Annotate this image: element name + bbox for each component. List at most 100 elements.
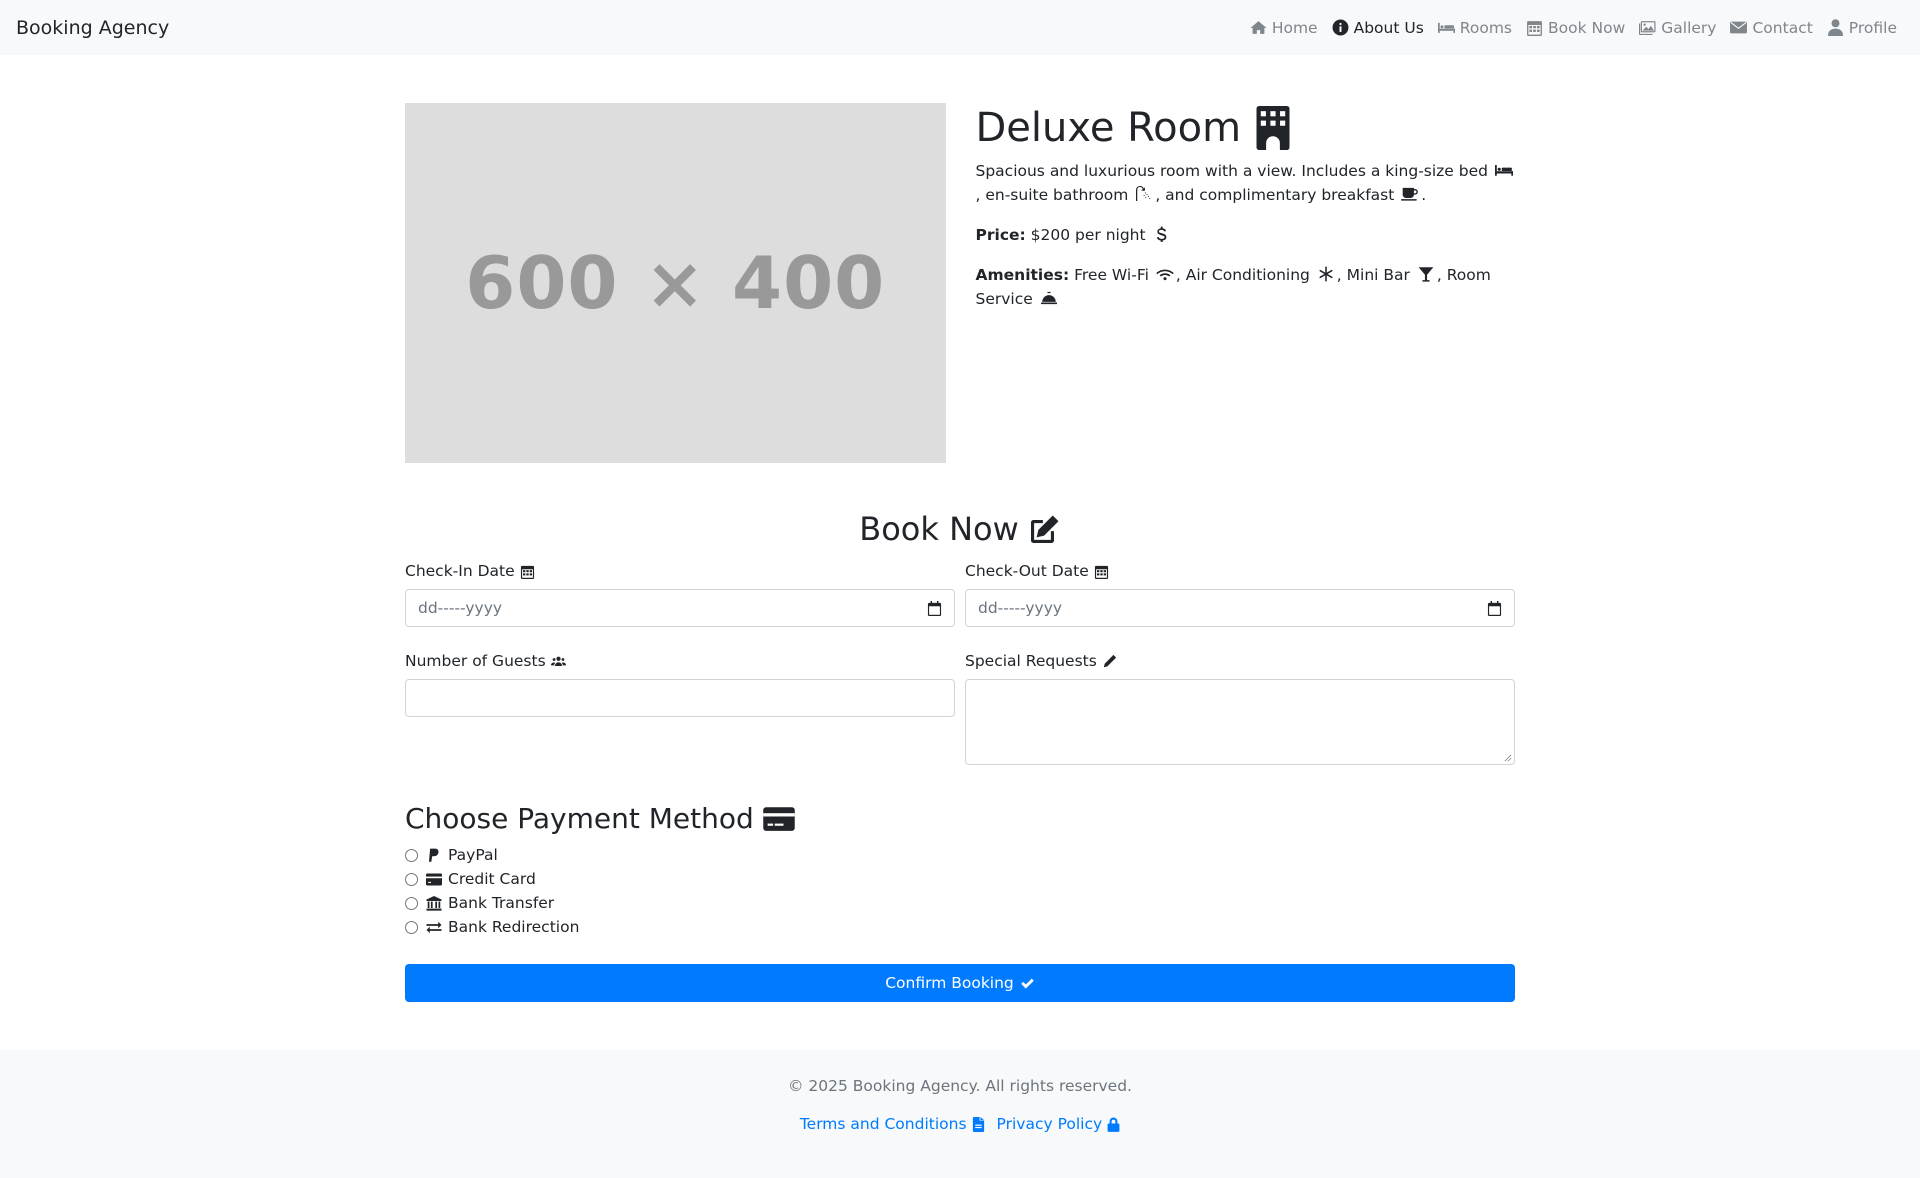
bank-icon [426,895,442,911]
room-info: Deluxe Room Spacious and luxurious room … [976,103,1516,465]
payment-option-label: Credit Card [448,870,536,888]
snowflake-icon [1319,266,1333,282]
booking-title-text: Book Now [859,510,1019,548]
nav-item-book-now[interactable]: Book Now [1519,19,1632,37]
radio-paypal[interactable] [405,848,418,862]
price-value: $200 per night [1030,226,1146,244]
checkin-date-placeholder: dd-----yyyy [418,599,503,617]
checkout-label-text: Check-Out Date [965,562,1089,580]
calendar-icon [1527,21,1542,36]
exchange-icon [426,921,442,933]
room-title: Deluxe Room [976,105,1516,151]
nav-item-about-us[interactable]: About Us [1325,19,1431,37]
payment-option-label: Bank Redirection [448,918,580,936]
dollar-icon [1156,226,1166,243]
envelope-icon [1730,21,1748,34]
room-description-text: , and complimentary breakfast [1155,186,1395,204]
checkout-date-input[interactable]: dd-----yyyy [965,589,1515,627]
nav-item-label: Contact [1752,18,1813,37]
file-icon [972,1116,984,1132]
nav-item-contact[interactable]: Contact [1723,19,1819,37]
payment-option-label: Bank Transfer [448,894,555,912]
date-picker-icon[interactable] [927,600,942,616]
nav-item-label: Rooms [1459,18,1512,37]
nav-item-rooms[interactable]: Rooms [1431,19,1519,37]
nav-item-home[interactable]: Home [1243,19,1325,37]
privacy-link[interactable]: Privacy Policy [997,1115,1121,1133]
nav-menu: Home About Us Rooms Book Now Gallery Con… [1243,19,1904,37]
room-image-placeholder-text: 600 × 400 [465,241,886,325]
concierge-bell-icon [1040,292,1057,305]
lock-icon [1107,1117,1120,1132]
room-title-text: Deluxe Room [975,105,1242,151]
copyright-text: © 2025 Booking Agency. All rights reserv… [787,1077,1132,1095]
paypal-icon [428,848,439,862]
nav-item-label: Book Now [1548,18,1626,37]
room-description-text: , en-suite bathroom [975,186,1129,204]
footer-links: Terms and Conditions Privacy Policy [0,1115,1920,1133]
payment-section: Choose Payment Method PayPal Credit Card… [405,802,1515,939]
shower-icon [1136,186,1151,202]
navbar: Booking Agency Home About Us Rooms Book … [0,0,1920,55]
date-picker-icon[interactable] [1487,600,1502,616]
nav-item-label: About Us [1353,18,1424,37]
amenities-label: Amenities: [975,266,1070,284]
booking-title: Book Now [405,510,1515,548]
confirm-booking-label: Confirm Booking [885,974,1014,992]
confirm-booking-button[interactable]: Confirm Booking [405,964,1515,1002]
wifi-icon [1156,269,1174,281]
home-icon [1250,21,1267,34]
privacy-link-text: Privacy Policy [996,1115,1103,1133]
radio-credit-card[interactable] [405,872,418,886]
room-amenities: Amenities: Free Wi-Fi , Air Conditioning… [976,263,1516,311]
checkin-date-input[interactable]: dd-----yyyy [405,589,955,627]
nav-item-gallery[interactable]: Gallery [1632,19,1723,37]
payment-title-text: Choose Payment Method [405,802,754,835]
pencil-icon [1103,654,1116,667]
room-price: Price: $200 per night [976,223,1516,247]
calendar-icon [1094,565,1108,579]
special-requests-textarea[interactable] [965,679,1515,765]
room-details: 600 × 400 Deluxe Room Spacious and luxur… [405,103,1515,465]
coffee-icon [1401,188,1419,201]
checkout-date-placeholder: dd-----yyyy [978,599,1063,617]
guests-input[interactable] [405,679,955,717]
payment-option-paypal[interactable]: PayPal [405,843,1515,867]
edit-icon [1030,515,1059,543]
payment-title: Choose Payment Method [405,802,1515,835]
images-icon [1639,21,1656,35]
room-description-text: . [1421,186,1427,204]
payment-option-bank-transfer[interactable]: Bank Transfer [405,891,1515,915]
payment-option-label: PayPal [448,846,498,864]
terms-link-text: Terms and Conditions [799,1115,967,1133]
payment-option-credit-card[interactable]: Credit Card [405,867,1515,891]
nav-item-label: Profile [1848,18,1897,37]
nav-item-label: Home [1271,18,1318,37]
nav-item-label: Gallery [1661,18,1717,37]
check-icon [1020,978,1034,989]
radio-bank-transfer[interactable] [405,896,418,910]
terms-link[interactable]: Terms and Conditions [800,1115,985,1133]
nav-item-profile[interactable]: Profile [1820,19,1904,37]
footer: © 2025 Booking Agency. All rights reserv… [0,1050,1920,1178]
hotel-icon [1256,106,1290,150]
special-requests-label: Special Requests [965,652,1515,670]
price-label: Price: [975,226,1026,244]
room-image: 600 × 400 [405,103,946,463]
special-requests-label-text: Special Requests [965,652,1097,670]
radio-bank-redirection[interactable] [405,920,418,934]
amenity-air-conditioning: , Air Conditioning [1175,266,1310,284]
checkin-label: Check-In Date [405,562,955,580]
brand-link[interactable]: Booking Agency [16,17,169,39]
resize-handle-icon[interactable] [1504,754,1512,762]
checkout-label: Check-Out Date [965,562,1515,580]
payment-option-bank-redirection[interactable]: Bank Redirection [405,915,1515,939]
amenity-wifi: Free Wi-Fi [1074,266,1149,284]
info-circle-icon [1332,19,1349,36]
room-description-text: Spacious and luxurious room with a view.… [975,162,1488,180]
room-description: Spacious and luxurious room with a view.… [976,159,1516,207]
booking-form: Book Now Check-In Date dd-----yyyy Numbe… [405,510,1515,765]
users-icon [550,656,566,666]
checkin-label-text: Check-In Date [405,562,515,580]
credit-card-icon [763,806,795,831]
